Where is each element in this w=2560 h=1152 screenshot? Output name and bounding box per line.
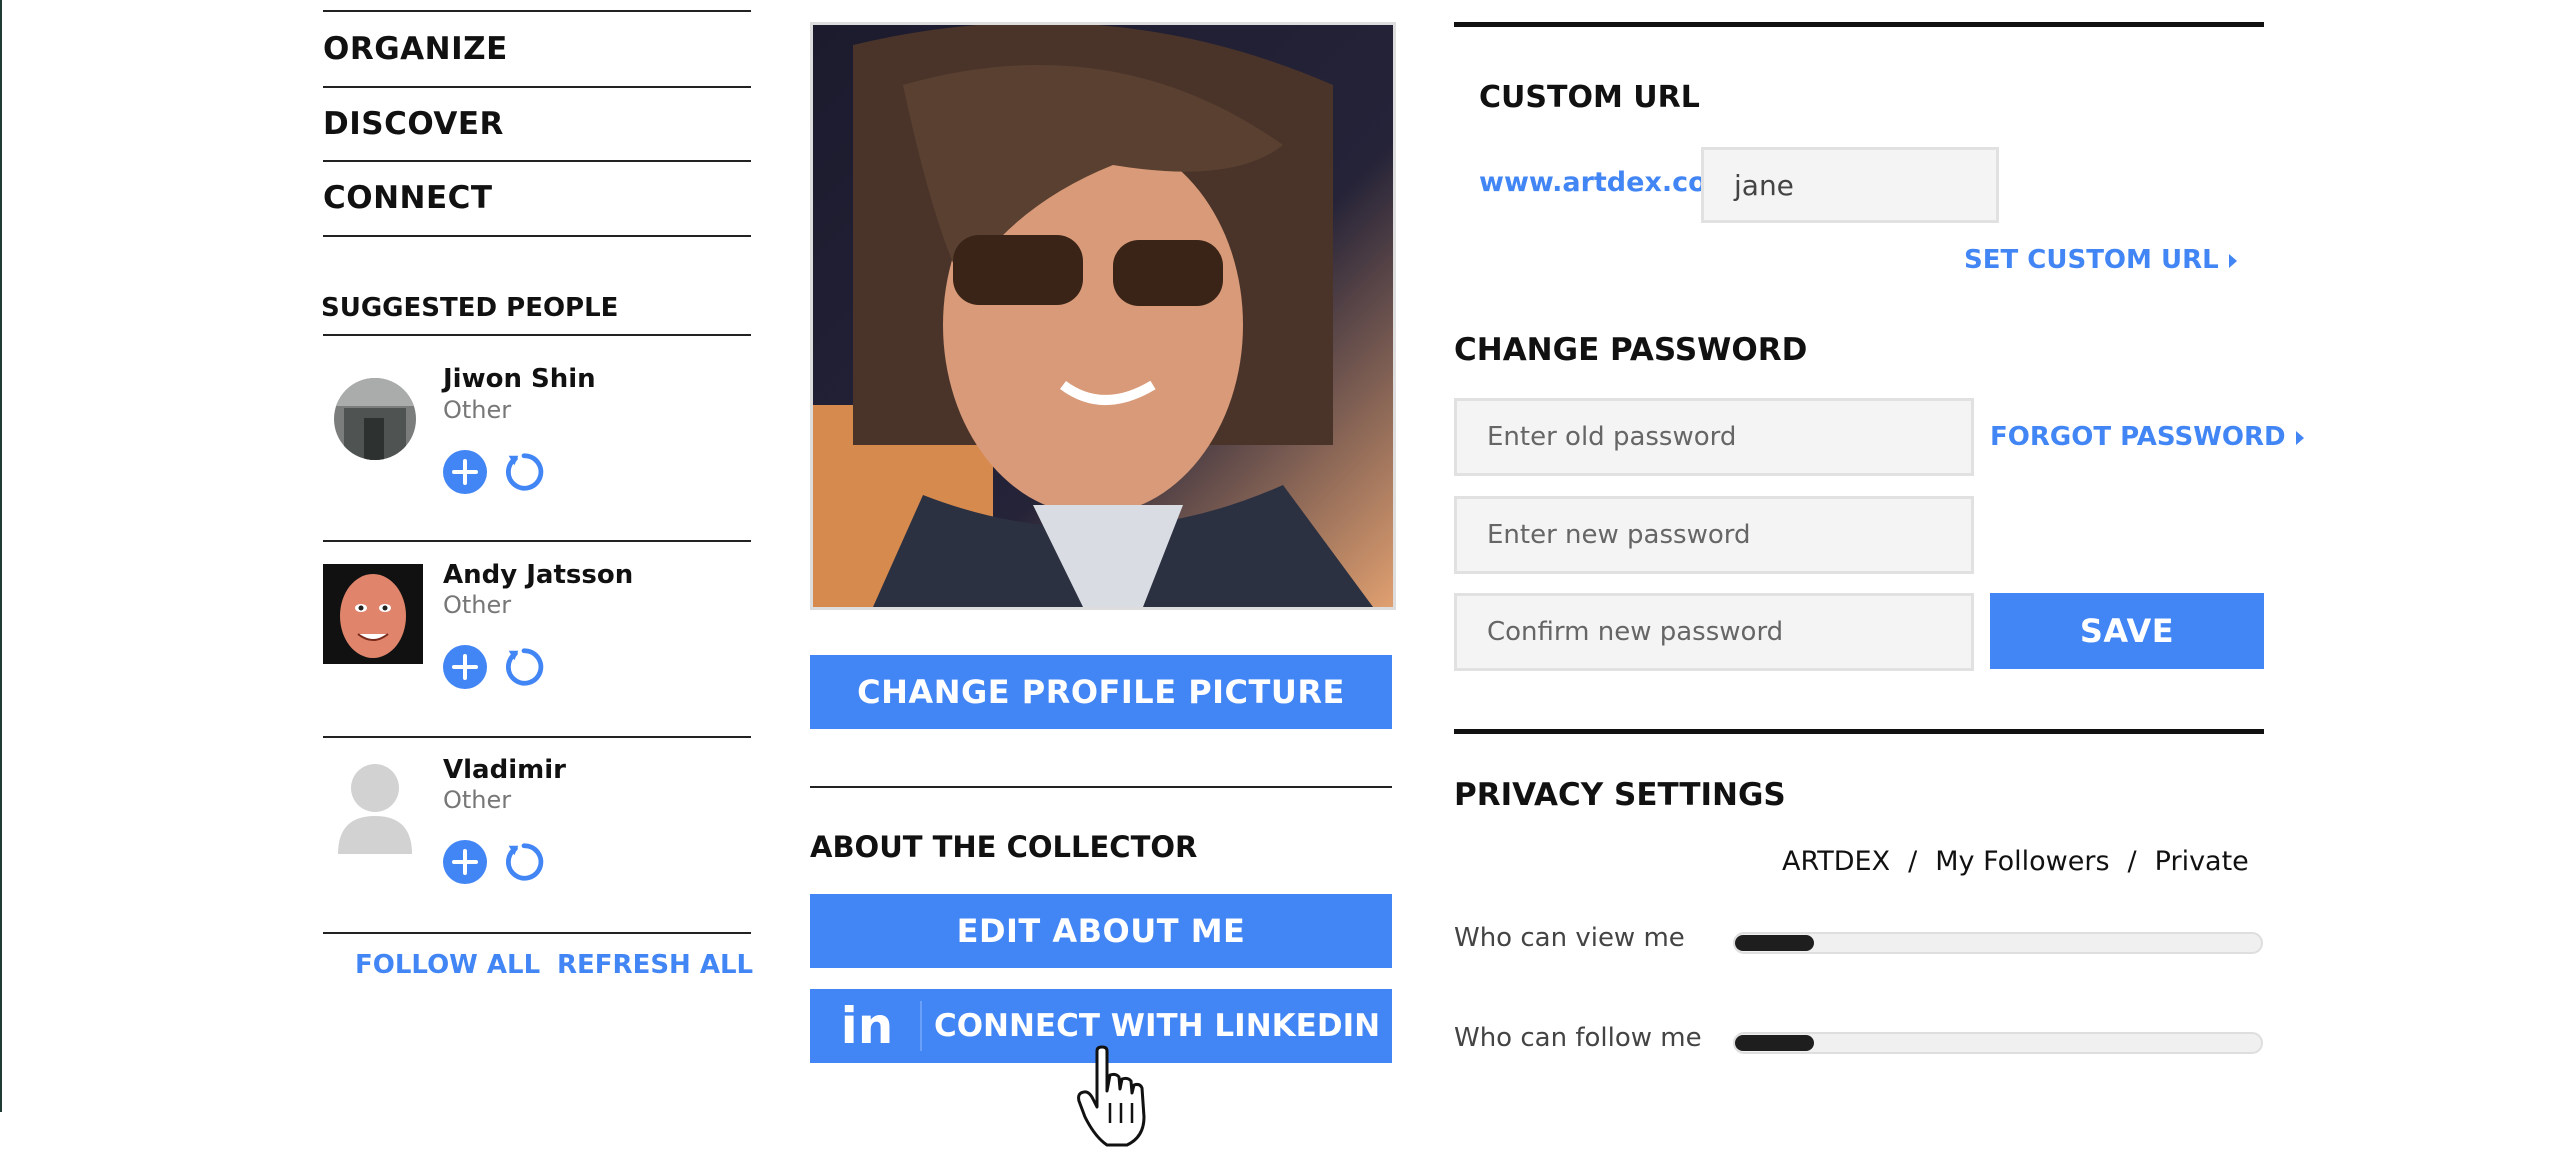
scale-artdex: ARTDEX — [1782, 846, 1891, 877]
refresh-button[interactable] — [502, 645, 546, 689]
plus-icon — [452, 654, 478, 680]
custom-url-input[interactable]: jane — [1701, 147, 1999, 223]
nav-item-discover[interactable]: DISCOVER — [323, 106, 504, 142]
scale-separator: / — [1908, 846, 1918, 877]
avatar[interactable] — [323, 564, 423, 664]
linkedin-icon: in — [840, 997, 894, 1055]
section-divider — [323, 334, 751, 336]
forgot-password-label: FORGOT PASSWORD — [1990, 422, 2286, 452]
person-role: Other — [443, 396, 512, 424]
hand-cursor-icon — [1075, 1045, 1155, 1152]
nav-item-organize[interactable]: ORGANIZE — [323, 31, 508, 67]
connect-linkedin-label: CONNECT WITH LINKEDIN — [933, 1008, 1381, 1044]
privacy-scale: ARTDEX / My Followers / Private — [1782, 846, 2249, 877]
follow-all-link[interactable]: FOLLOW ALL — [355, 950, 540, 980]
follow-me-slider[interactable] — [1733, 1032, 2263, 1054]
nav-divider — [323, 160, 751, 162]
suggested-people-title: SUGGESTED PEOPLE — [321, 293, 619, 323]
set-custom-url-link[interactable]: SET CUSTOM URL — [1964, 245, 2237, 275]
follow-me-slider-fill[interactable] — [1735, 1035, 1814, 1051]
custom-url-title: CUSTOM URL — [1479, 80, 1700, 115]
refresh-button[interactable] — [502, 450, 546, 494]
avatar[interactable] — [334, 378, 416, 460]
new-password-field[interactable]: Enter new password — [1454, 496, 1974, 574]
about-collector-title: ABOUT THE COLLECTOR — [810, 830, 1198, 864]
scale-separator: / — [2127, 846, 2137, 877]
nav-divider — [323, 86, 751, 88]
caret-right-icon — [2228, 253, 2237, 268]
follow-me-label: Who can follow me — [1454, 1023, 1702, 1053]
section-divider — [810, 786, 1392, 788]
caret-right-icon — [2295, 430, 2304, 445]
refresh-all-link[interactable]: REFRESH ALL — [557, 950, 753, 980]
plus-icon — [452, 849, 478, 875]
nav-divider — [323, 10, 751, 12]
avatar[interactable] — [334, 760, 416, 856]
profile-photo — [810, 22, 1396, 610]
edit-about-me-button[interactable]: EDIT ABOUT ME — [810, 894, 1392, 968]
section-divider — [323, 540, 751, 542]
follow-button[interactable] — [443, 450, 487, 494]
scale-followers: My Followers — [1935, 846, 2110, 877]
confirm-password-field[interactable]: Confirm new password — [1454, 593, 1974, 671]
old-password-field[interactable]: Enter old password — [1454, 398, 1974, 476]
person-name[interactable]: Andy Jatsson — [443, 560, 633, 590]
section-divider — [1454, 729, 2264, 734]
scale-private: Private — [2154, 846, 2249, 877]
follow-button[interactable] — [443, 840, 487, 884]
view-me-label: Who can view me — [1454, 923, 1685, 953]
save-password-button[interactable]: SAVE — [1990, 593, 2264, 669]
person-name[interactable]: Jiwon Shin — [443, 364, 596, 394]
refresh-icon — [506, 648, 544, 686]
plus-icon — [452, 459, 478, 485]
change-profile-picture-button[interactable]: CHANGE PROFILE PICTURE — [810, 655, 1392, 729]
person-role: Other — [443, 591, 512, 619]
person-role: Other — [443, 786, 512, 814]
view-me-slider[interactable] — [1733, 932, 2263, 954]
window-edge — [0, 0, 2, 1112]
section-divider — [1454, 22, 2264, 27]
view-me-slider-fill[interactable] — [1735, 935, 1814, 951]
section-divider — [323, 932, 751, 934]
person-name[interactable]: Vladimir — [443, 755, 566, 785]
nav-divider — [323, 235, 751, 237]
change-password-title: CHANGE PASSWORD — [1454, 332, 1808, 368]
refresh-icon — [506, 453, 544, 491]
section-divider — [323, 736, 751, 738]
nav-item-connect[interactable]: CONNECT — [323, 180, 493, 216]
follow-button[interactable] — [443, 645, 487, 689]
set-custom-url-label: SET CUSTOM URL — [1964, 245, 2219, 275]
refresh-icon — [506, 843, 544, 881]
forgot-password-link[interactable]: FORGOT PASSWORD — [1990, 422, 2304, 452]
privacy-settings-title: PRIVACY SETTINGS — [1454, 777, 1786, 813]
refresh-button[interactable] — [502, 840, 546, 884]
